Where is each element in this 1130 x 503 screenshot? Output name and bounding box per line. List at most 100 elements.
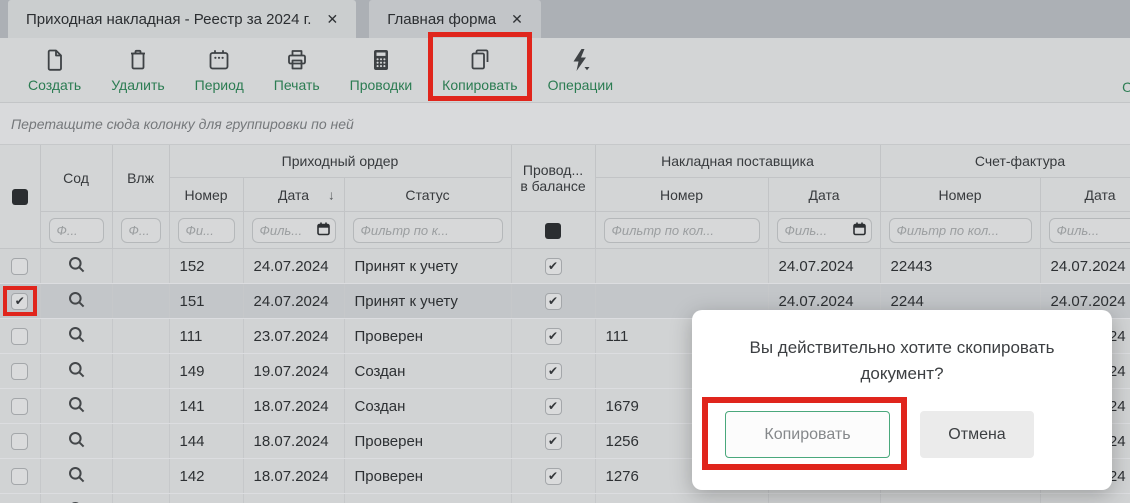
row-select-cell[interactable] bbox=[0, 353, 41, 389]
col-header-posted-in-balance[interactable]: Провод... в балансе bbox=[511, 145, 596, 212]
row-select-cell[interactable] bbox=[0, 388, 41, 424]
cell-posted[interactable] bbox=[511, 248, 596, 284]
col-header-order-date[interactable]: Дата ↓ bbox=[243, 177, 345, 212]
dialog-cancel-button[interactable]: Отмена bbox=[920, 411, 1034, 458]
copy-button[interactable]: Копировать bbox=[428, 32, 532, 102]
col-header-supplier-num[interactable]: Номер bbox=[595, 177, 769, 212]
col-header-sod[interactable]: Сод bbox=[40, 145, 113, 212]
magnifier-icon bbox=[67, 361, 86, 383]
row-open-cell[interactable] bbox=[40, 283, 113, 319]
operations-button[interactable]: Операции bbox=[547, 38, 614, 102]
posted-checkbox[interactable] bbox=[544, 397, 562, 415]
group-by-dropzone[interactable]: Перетащите сюда колонку для группировки … bbox=[0, 103, 1130, 145]
row-select-cell[interactable] bbox=[0, 458, 41, 494]
posted-checkbox[interactable] bbox=[544, 257, 562, 275]
row-open-cell[interactable] bbox=[40, 353, 113, 389]
filter-order-date-input[interactable] bbox=[251, 217, 336, 243]
row-select-cell[interactable] bbox=[0, 283, 41, 319]
col-header-order-num[interactable]: Номер bbox=[169, 177, 244, 212]
delete-button[interactable]: Удалить bbox=[111, 38, 165, 102]
period-button[interactable]: Период bbox=[195, 38, 244, 102]
calculator-icon bbox=[368, 47, 394, 73]
postings-label: Проводки bbox=[349, 77, 413, 93]
operations-label: Операции bbox=[547, 77, 614, 93]
col-header-invoice-num[interactable]: Номер bbox=[880, 177, 1041, 212]
row-open-cell[interactable] bbox=[40, 458, 113, 494]
row-checkbox[interactable] bbox=[11, 292, 29, 310]
dialog-copy-button[interactable]: Копировать bbox=[725, 411, 890, 458]
filter-sod-input[interactable] bbox=[48, 217, 104, 243]
postings-button[interactable]: Проводки bbox=[349, 38, 413, 102]
filter-invoice-date-input[interactable] bbox=[1048, 217, 1130, 243]
cell-vlzh bbox=[112, 423, 170, 459]
group-header-invoice: Счет-фактура bbox=[880, 145, 1130, 178]
cell-vlzh bbox=[112, 388, 170, 424]
cell-vlzh bbox=[112, 283, 170, 319]
sort-desc-icon: ↓ bbox=[328, 187, 335, 202]
table-row[interactable]: 15224.07.2024Принят к учету24.07.2024224… bbox=[0, 248, 1130, 284]
cell-vlzh bbox=[112, 248, 170, 284]
magnifier-icon bbox=[67, 396, 86, 418]
posted-checkbox[interactable] bbox=[544, 432, 562, 450]
cell-posted[interactable] bbox=[511, 353, 596, 389]
table-row[interactable] bbox=[0, 493, 1130, 503]
dialog-message: Вы действительно хотите скопировать доку… bbox=[749, 338, 1055, 383]
cell-invoice-num: 22443 bbox=[880, 248, 1041, 284]
magnifier-icon bbox=[67, 291, 86, 313]
toolbar-truncated-button[interactable]: О bbox=[1122, 79, 1130, 95]
row-open-cell[interactable] bbox=[40, 248, 113, 284]
cell-order-num: 149 bbox=[169, 353, 244, 389]
cell-posted[interactable] bbox=[511, 423, 596, 459]
close-icon[interactable]: ✕ bbox=[326, 12, 338, 26]
select-all-checkbox[interactable] bbox=[11, 189, 28, 206]
cell-posted[interactable] bbox=[511, 388, 596, 424]
col-header-vlzh[interactable]: Влж bbox=[112, 145, 170, 212]
posted-checkbox[interactable] bbox=[544, 292, 562, 310]
col-header-status[interactable]: Статус bbox=[344, 177, 512, 212]
row-select-cell[interactable] bbox=[0, 318, 41, 354]
print-button[interactable]: Печать bbox=[274, 38, 320, 102]
tab-incoming-invoice-register[interactable]: Приходная накладная - Реестр за 2024 г. … bbox=[8, 0, 357, 38]
col-header-supplier-date[interactable]: Дата bbox=[768, 177, 881, 212]
row-checkbox[interactable] bbox=[11, 467, 29, 485]
row-checkbox[interactable] bbox=[11, 362, 29, 380]
filter-supplier-date-input[interactable] bbox=[776, 217, 872, 243]
app-window: Приходная накладная - Реестр за 2024 г. … bbox=[0, 0, 1130, 503]
magnifier-icon bbox=[67, 256, 86, 278]
row-checkbox[interactable] bbox=[11, 327, 29, 345]
cell-order-date: 24.07.2024 bbox=[243, 248, 345, 284]
row-open-cell[interactable] bbox=[40, 493, 113, 503]
row-checkbox[interactable] bbox=[11, 397, 29, 415]
filter-vlzh-input[interactable] bbox=[120, 217, 161, 243]
cell-posted[interactable] bbox=[511, 283, 596, 319]
row-select-cell[interactable] bbox=[0, 248, 41, 284]
row-checkbox[interactable] bbox=[11, 432, 29, 450]
cell-posted[interactable] bbox=[511, 318, 596, 354]
row-checkbox[interactable] bbox=[11, 257, 29, 275]
row-open-cell[interactable] bbox=[40, 388, 113, 424]
close-icon[interactable]: ✕ bbox=[511, 12, 523, 26]
row-open-cell[interactable] bbox=[40, 423, 113, 459]
row-open-cell[interactable] bbox=[40, 318, 113, 354]
cell-vlzh bbox=[112, 318, 170, 354]
tab-main-form[interactable]: Главная форма ✕ bbox=[369, 0, 541, 38]
cell-order-date: 18.07.2024 bbox=[243, 388, 345, 424]
col-header-invoice-date[interactable]: Дата bbox=[1040, 177, 1130, 212]
row-select-cell[interactable] bbox=[0, 493, 41, 503]
posted-checkbox[interactable] bbox=[544, 467, 562, 485]
create-button[interactable]: Создать bbox=[28, 38, 81, 102]
delete-label: Удалить bbox=[111, 77, 165, 93]
cell-posted[interactable] bbox=[511, 493, 596, 503]
filter-supplier-num-input[interactable] bbox=[603, 217, 760, 243]
select-all-cell[interactable] bbox=[0, 145, 41, 249]
posted-checkbox[interactable] bbox=[544, 327, 562, 345]
posted-checkbox[interactable] bbox=[544, 362, 562, 380]
filter-order-num-input[interactable] bbox=[177, 217, 235, 243]
filter-posted-checkbox[interactable] bbox=[545, 222, 561, 239]
cell-supplier-num bbox=[595, 493, 769, 503]
cell-posted[interactable] bbox=[511, 458, 596, 494]
filter-invoice-num-input[interactable] bbox=[888, 217, 1032, 243]
cell-supplier-date bbox=[768, 493, 881, 503]
filter-status-input[interactable] bbox=[352, 217, 503, 243]
row-select-cell[interactable] bbox=[0, 423, 41, 459]
